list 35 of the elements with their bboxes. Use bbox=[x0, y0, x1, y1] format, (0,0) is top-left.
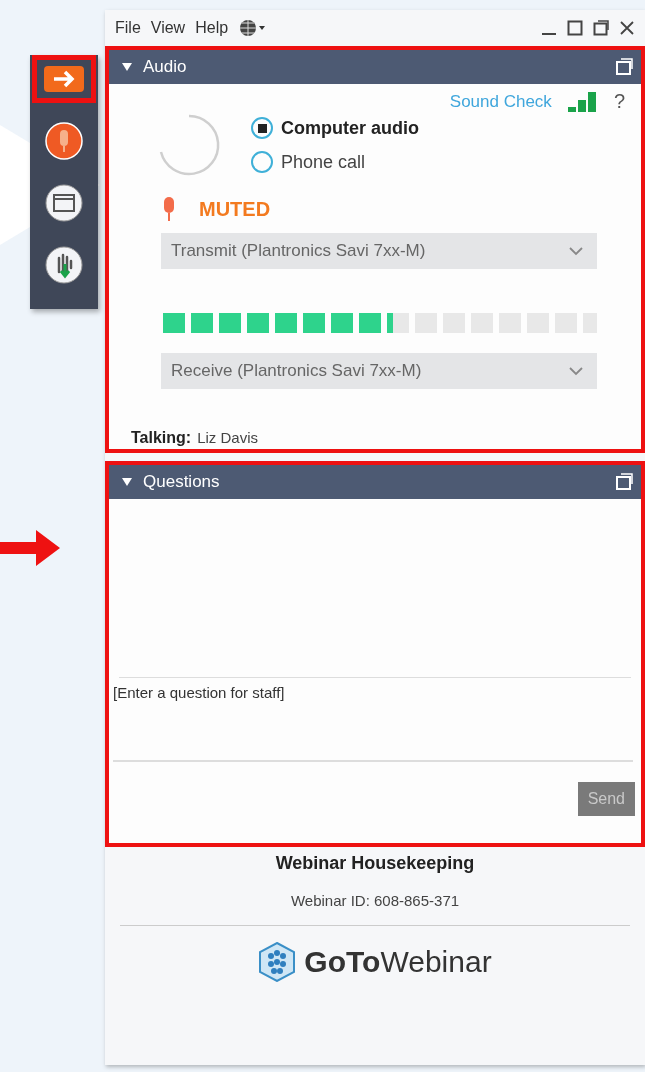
triangle-icon bbox=[121, 62, 133, 72]
popout-icon[interactable] bbox=[593, 20, 609, 36]
sidebar-item[interactable] bbox=[32, 55, 96, 103]
pointer-arrow bbox=[0, 530, 60, 566]
microphone-icon bbox=[45, 122, 83, 160]
logo-text: GoToWebinar bbox=[304, 945, 492, 979]
mute-status: MUTED bbox=[199, 197, 271, 221]
hand-icon bbox=[45, 246, 83, 284]
menu-item[interactable]: Help bbox=[195, 19, 229, 37]
transmit-dropdown[interactable]: Transmit (Plantronics Savi 7xx-M) bbox=[161, 233, 597, 269]
audio-option[interactable]: Computer audio bbox=[251, 117, 419, 139]
webinar-id: Webinar ID: 608-865-371 bbox=[120, 892, 630, 926]
globe-icon[interactable] bbox=[238, 18, 267, 38]
talking-name: Liz Davis bbox=[197, 429, 258, 446]
menu-item[interactable]: File bbox=[115, 19, 141, 37]
window-icon bbox=[45, 184, 83, 222]
panel-header[interactable]: Audio bbox=[109, 50, 641, 84]
signal-icon bbox=[567, 90, 598, 113]
question-field[interactable]: [Enter a question for staff] bbox=[113, 678, 633, 762]
maximize-icon[interactable] bbox=[567, 20, 583, 36]
triangle-icon bbox=[121, 477, 133, 487]
menu-item[interactable]: View bbox=[150, 19, 186, 37]
popout-icon[interactable] bbox=[615, 58, 633, 76]
audio-option[interactable]: Phone call bbox=[251, 151, 419, 173]
help-button[interactable]: ? bbox=[613, 90, 625, 113]
panel-header[interactable]: Questions bbox=[109, 465, 641, 499]
popout-icon[interactable] bbox=[615, 473, 633, 491]
spinner-icon bbox=[157, 113, 221, 177]
caret-icon bbox=[569, 366, 583, 376]
talking-label: Talking: bbox=[131, 429, 192, 447]
receive-dropdown[interactable]: Receive (Plantronics Savi 7xx-M) bbox=[161, 353, 597, 389]
close-icon[interactable] bbox=[619, 20, 635, 36]
webinar-title: Webinar Housekeeping bbox=[275, 853, 475, 874]
logo-icon bbox=[258, 942, 297, 982]
caret-icon bbox=[569, 246, 583, 256]
